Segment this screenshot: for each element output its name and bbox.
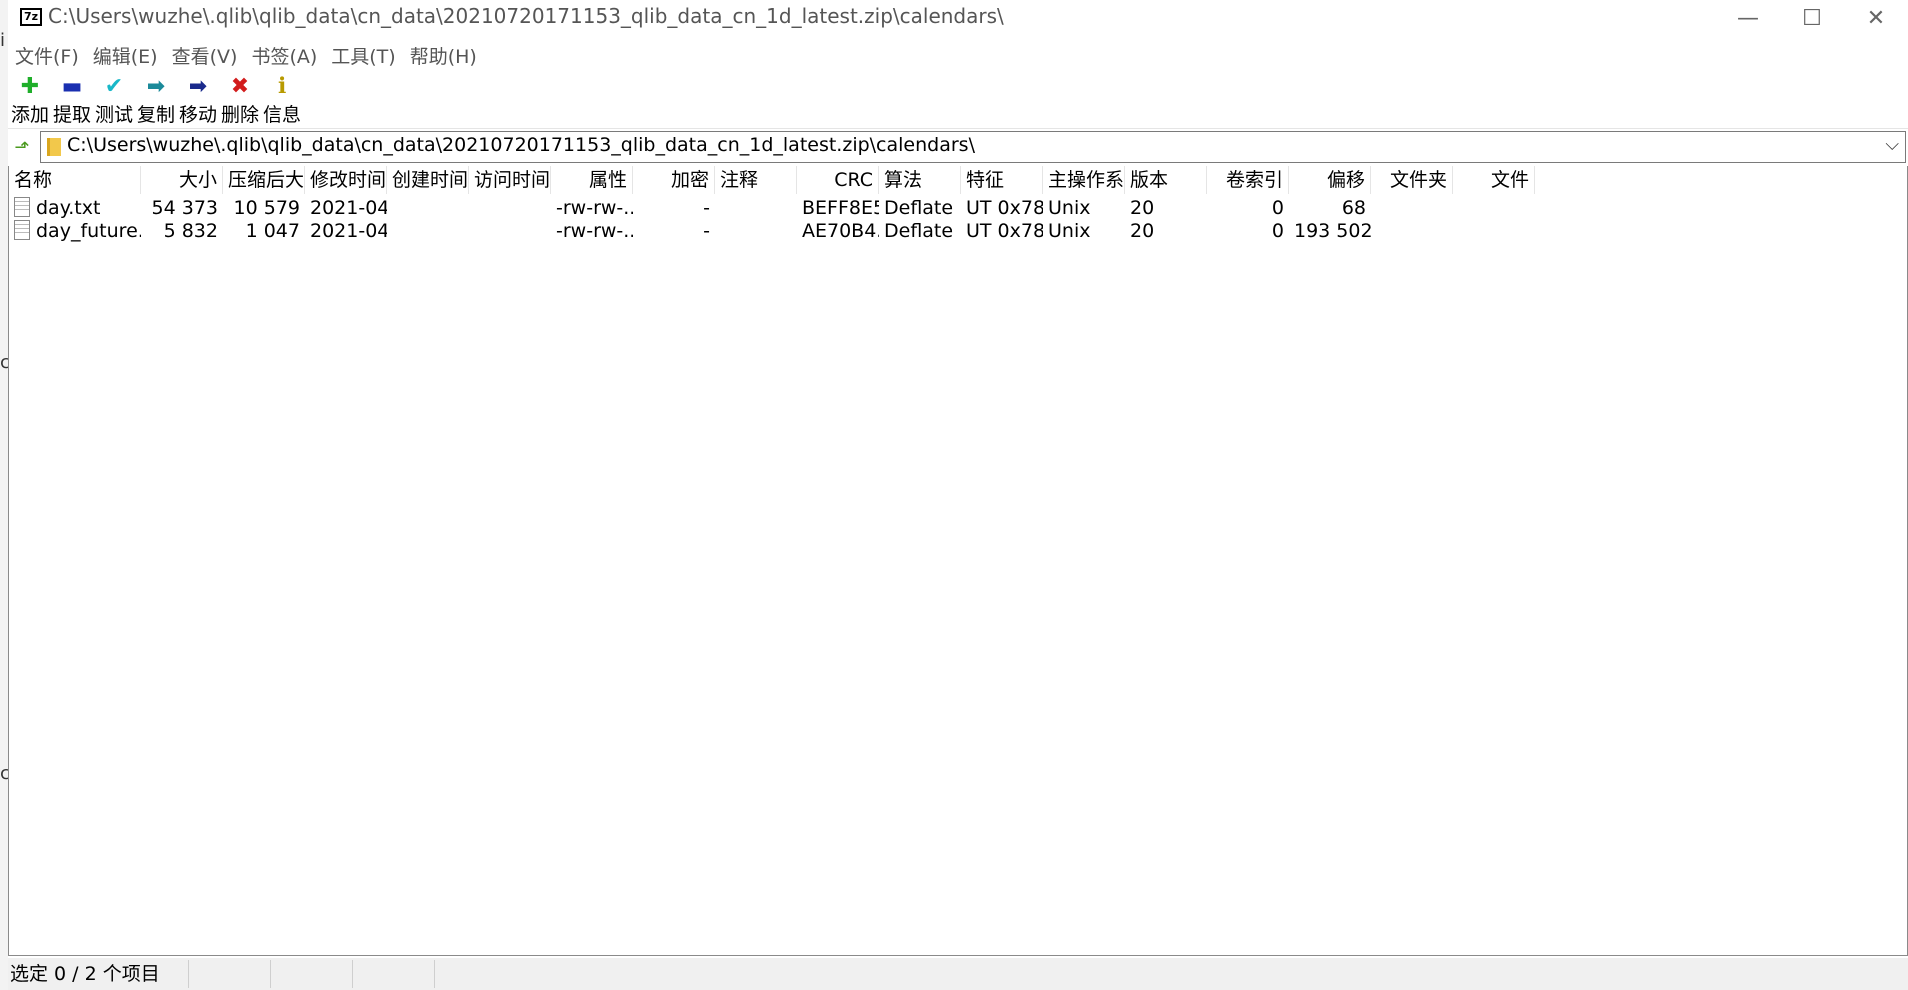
status-segment	[270, 960, 353, 988]
menu-file[interactable]: 文件(F)	[8, 42, 86, 69]
status-bar: 选定 0 / 2 个项目	[8, 958, 1908, 990]
file-icon	[14, 197, 30, 217]
status-selection: 选定 0 / 2 个项目	[8, 960, 189, 988]
menu-bookmarks[interactable]: 书签(A)	[244, 42, 324, 69]
col-attributes-cell: -rw-rw-...	[556, 220, 633, 242]
minimize-button[interactable]: —	[1716, 0, 1780, 36]
move-button[interactable]: ➡ 移动	[178, 74, 218, 127]
col-encrypted-header[interactable]: 加密	[633, 166, 715, 194]
menu-tools[interactable]: 工具(T)	[324, 42, 402, 69]
col-volume-index-cell: 0	[1271, 220, 1284, 242]
col-version-header[interactable]: 版本	[1125, 166, 1207, 194]
col-characteristics-cell: UT 0x78...	[966, 220, 1043, 242]
col-attributes-header[interactable]: 属性	[551, 166, 633, 194]
col-name-header[interactable]: 名称	[9, 166, 141, 194]
up-folder-button[interactable]: ⬏	[10, 135, 34, 159]
test-button[interactable]: ✔ 测试	[94, 74, 134, 127]
copy-button[interactable]: ➡ 复制	[136, 74, 176, 127]
menu-view[interactable]: 查看(V)	[165, 42, 245, 69]
col-host-os-cell: Unix	[1048, 220, 1091, 242]
col-folders-cell	[1371, 217, 1453, 245]
title-bar[interactable]: 7z C:\Users\wuzhe\.qlib\qlib_data\cn_dat…	[8, 0, 1908, 36]
col-created-header[interactable]: 创建时间	[387, 166, 469, 194]
col-packed-size-header[interactable]: 压缩后大...	[223, 166, 305, 194]
col-name-cell: day_future.txt	[9, 217, 141, 245]
col-modified-header[interactable]: 修改时间	[305, 166, 387, 194]
add-button[interactable]: ✚ 添加	[10, 74, 50, 127]
file-name: day.txt	[36, 197, 101, 219]
col-accessed-header[interactable]: 访问时间	[469, 166, 551, 194]
col-files-cell	[1453, 217, 1535, 245]
info-button[interactable]: ℹ 信息	[262, 74, 302, 127]
col-characteristics-header[interactable]: 特征	[961, 166, 1043, 194]
background-text: i	[0, 30, 6, 51]
col-packed-size-cell: 1 047	[245, 220, 300, 242]
extract-icon: ▬	[61, 74, 83, 99]
column-header-row: 名称大小压缩后大...修改时间创建时间访问时间属性加密注释CRC算法特征主操作系…	[9, 166, 1907, 194]
maximize-button[interactable]: ☐	[1780, 0, 1844, 36]
test-icon: ✔	[104, 74, 124, 99]
file-list[interactable]: 名称大小压缩后大...修改时间创建时间访问时间属性加密注释CRC算法特征主操作系…	[8, 166, 1908, 956]
move-icon: ➡	[188, 74, 208, 99]
menu-edit[interactable]: 编辑(E)	[86, 42, 165, 69]
file-icon	[14, 220, 30, 240]
delete-icon: ✖	[230, 74, 250, 99]
menu-help[interactable]: 帮助(H)	[403, 42, 484, 69]
extract-button[interactable]: ▬ 提取	[52, 74, 92, 127]
col-comment-header[interactable]: 注释	[715, 166, 797, 194]
folder-icon	[47, 138, 61, 156]
col-offset-header[interactable]: 偏移	[1289, 166, 1371, 194]
table-row[interactable]: day_future.txt 5 832 1 047 2021-04... -rw-rw…	[9, 217, 1907, 245]
app-icon: 7z	[20, 8, 42, 26]
col-folders-header[interactable]: 文件夹	[1371, 166, 1453, 194]
col-comment-cell	[715, 217, 797, 245]
col-size-header[interactable]: 大小	[141, 166, 223, 194]
info-icon: ℹ	[277, 74, 287, 99]
col-crc-header[interactable]: CRC	[797, 166, 879, 194]
7zip-window: 7z C:\Users\wuzhe\.qlib\qlib_data\cn_dat…	[8, 0, 1908, 990]
toolbar: ✚ 添加 ▬ 提取 ✔ 测试 ➡ 复制 ➡ 移动 ✖ 删除 ℹ 信息	[8, 70, 1908, 129]
file-name: day_future.txt	[36, 220, 141, 242]
chevron-down-icon[interactable]: ⌵	[1885, 134, 1899, 155]
add-icon: ✚	[20, 74, 40, 99]
col-encrypted-cell: -	[703, 220, 710, 242]
window-title: C:\Users\wuzhe\.qlib\qlib_data\cn_data\2…	[48, 4, 1004, 28]
path-input[interactable]: C:\Users\wuzhe\.qlib\qlib_data\cn_data\2…	[40, 131, 1906, 163]
col-modified-cell: 2021-04...	[310, 220, 387, 242]
col-accessed-cell	[469, 217, 551, 245]
up-arrow-icon: ⬏	[14, 136, 30, 158]
col-volume-index-header[interactable]: 卷索引	[1207, 166, 1289, 194]
info-label: 信息	[262, 104, 301, 126]
status-segment	[188, 960, 271, 988]
col-offset-cell: 193 502 ...	[1294, 220, 1371, 242]
delete-button[interactable]: ✖ 删除	[220, 74, 260, 127]
col-crc-cell: AE70B4...	[802, 220, 879, 242]
col-method-cell: Deflate	[884, 220, 954, 242]
col-method-header[interactable]: 算法	[879, 166, 961, 194]
col-version-cell: 20	[1130, 220, 1155, 242]
status-segment	[352, 960, 435, 988]
col-host-os-header[interactable]: 主操作系...	[1043, 166, 1125, 194]
col-files-header[interactable]: 文件	[1453, 166, 1535, 194]
close-button[interactable]: ✕	[1844, 0, 1908, 36]
address-bar: ⬏ C:\Users\wuzhe\.qlib\qlib_data\cn_data…	[8, 130, 1908, 164]
path-value: C:\Users\wuzhe\.qlib\qlib_data\cn_data\2…	[67, 134, 975, 156]
copy-icon: ➡	[146, 74, 166, 99]
col-size-cell: 5 832	[163, 220, 218, 242]
menu-bar: 文件(F) 编辑(E) 查看(V) 书签(A) 工具(T) 帮助(H)	[8, 40, 1908, 70]
col-created-cell	[387, 217, 469, 245]
